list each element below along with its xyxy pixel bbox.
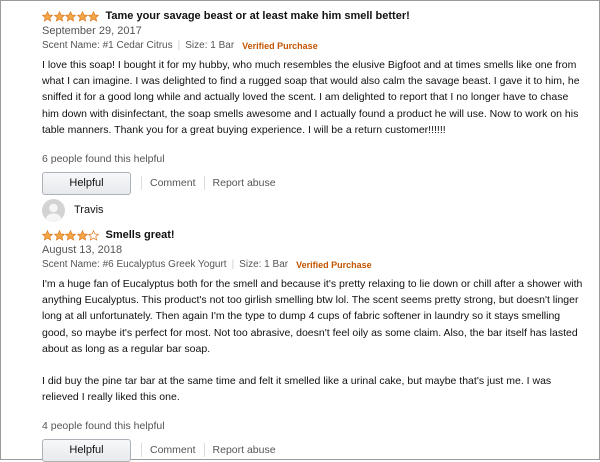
scent-name-link[interactable]: Scent Name: #6 Eucalyptus Greek Yogurt: [42, 258, 227, 272]
action-divider: [203, 176, 205, 191]
review-paragraph: I'm a huge fan of Eucalyptus both for th…: [42, 278, 583, 355]
review-body: I'm a huge fan of Eucalyptus both for th…: [42, 276, 586, 405]
reviewer-profile[interactable]: Travis: [42, 197, 586, 223]
comment-link[interactable]: Comment: [150, 444, 196, 456]
review-title-row: Tame your savage beast or at least make …: [42, 8, 586, 24]
size-label: Size: 1 Bar: [239, 259, 289, 270]
star-rating[interactable]: [42, 229, 100, 241]
report-abuse-link[interactable]: Report abuse: [213, 444, 276, 456]
star-filled-icon: [42, 10, 53, 22]
star-filled-icon: [88, 10, 99, 22]
review-date: September 29, 2017: [42, 25, 142, 37]
scent-name-link[interactable]: Scent Name: #1 Cedar Citrus: [42, 39, 173, 53]
review-date: August 13, 2018: [42, 244, 123, 256]
review-paragraph: I did buy the pine tar bar at the same t…: [42, 375, 552, 404]
report-abuse-link[interactable]: Report abuse: [213, 177, 276, 189]
review-paragraph: I love this soap! I bought it for my hub…: [42, 59, 580, 136]
review-title-row: Smells great!: [42, 227, 586, 243]
star-rating[interactable]: [42, 10, 100, 22]
review-title[interactable]: Smells great!: [106, 229, 175, 241]
helpful-count: 4 people found this helpful: [42, 420, 165, 433]
star-empty-icon: [88, 229, 99, 241]
star-filled-icon: [76, 229, 88, 241]
review-meta: Scent Name: #1 Cedar Citrus | Size: 1 Ba…: [42, 39, 586, 53]
review-body: I love this soap! I bought it for my hub…: [42, 57, 586, 138]
meta-divider: |: [231, 259, 235, 270]
verified-purchase-badge: Verified Purchase: [242, 41, 318, 51]
meta-divider: |: [177, 40, 181, 51]
comment-link[interactable]: Comment: [150, 177, 196, 189]
star-filled-icon: [76, 10, 88, 22]
action-divider: [203, 443, 205, 458]
helpful-button[interactable]: Helpful: [42, 438, 131, 462]
star-filled-icon: [65, 229, 76, 241]
star-filled-icon: [42, 229, 53, 241]
reviewer-name[interactable]: Travis: [74, 204, 104, 216]
review-actions: Helpful Comment Report abuse: [42, 171, 586, 195]
star-filled-icon: [53, 229, 65, 241]
action-divider: [141, 176, 142, 191]
size-label: Size: 1 Bar: [185, 40, 235, 51]
review-title[interactable]: Tame your savage beast or at least make …: [106, 10, 410, 22]
review-card: Tame your savage beast or at least make …: [42, 8, 586, 195]
action-divider: [141, 443, 142, 458]
person-icon: [45, 203, 62, 222]
review-card: Travis Smells great! August 13, 2018 Sce…: [42, 197, 586, 462]
verified-purchase-badge: Verified Purchase: [296, 260, 372, 270]
helpful-count: 6 people found this helpful: [42, 153, 165, 166]
helpful-button[interactable]: Helpful: [42, 171, 131, 195]
star-filled-icon: [65, 10, 76, 22]
star-filled-icon: [53, 10, 65, 22]
avatar: [42, 198, 65, 222]
review-actions: Helpful Comment Report abuse: [42, 438, 586, 462]
review-meta: Scent Name: #6 Eucalyptus Greek Yogurt |…: [42, 258, 586, 272]
